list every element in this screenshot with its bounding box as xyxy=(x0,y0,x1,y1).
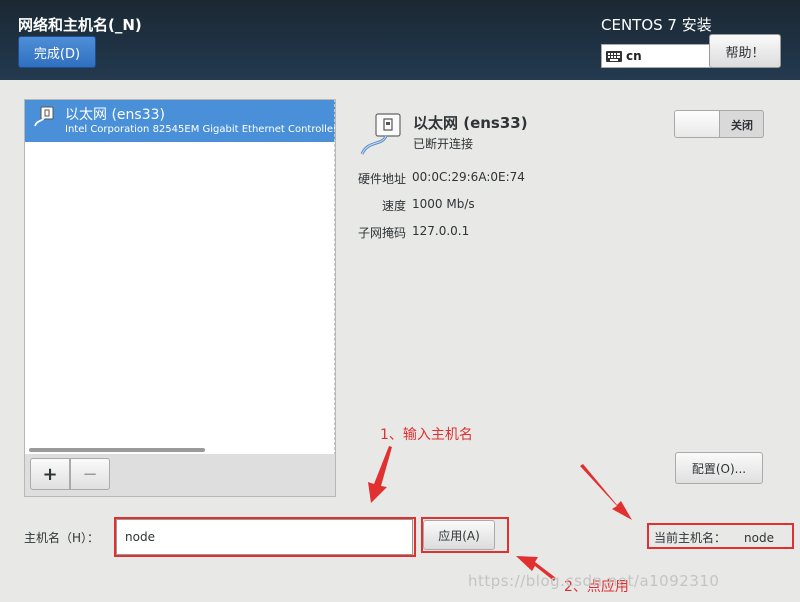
device-description: Intel Corporation 82545EM Gigabit Ethern… xyxy=(65,124,336,135)
hostname-label: 主机名（H）： xyxy=(24,531,100,545)
list-item[interactable]: 以太网 (ens33) Intel Corporation 82545EM Gi… xyxy=(25,100,335,142)
network-device-list: 以太网 (ens33) Intel Corporation 82545EM Gi… xyxy=(24,99,336,455)
ethernet-port-icon xyxy=(360,113,401,155)
watermark: https://blog.csdn.net/a1092310 xyxy=(468,572,720,590)
help-button[interactable]: 帮助！ xyxy=(709,34,781,68)
subnet-mask-value: 127.0.0.1 xyxy=(412,224,470,238)
subnet-mask-label: 子网掩码 xyxy=(357,226,406,240)
annotation-box-apply xyxy=(421,517,509,553)
remove-device-button[interactable]: − xyxy=(70,458,110,490)
hardware-address-value: 00:0C:29:6A:0E:74 xyxy=(412,170,525,184)
annotation-step1: 1、输入主机名 xyxy=(380,427,473,443)
keyboard-layout-indicator[interactable]: cn xyxy=(601,44,711,68)
annotation-box-current-hostname xyxy=(647,523,794,549)
device-title: 以太网 (ens33) xyxy=(413,114,528,132)
keyboard-layout-code: cn xyxy=(626,49,642,63)
toggle-knob xyxy=(675,111,720,137)
keyboard-icon xyxy=(606,50,622,62)
product-title: CENTOS 7 安装 xyxy=(601,16,712,34)
done-button[interactable]: 完成(D) xyxy=(18,36,96,68)
hardware-address-label: 硬件地址 xyxy=(357,172,406,186)
speed-label: 速度 xyxy=(381,199,406,213)
horizontal-scrollbar[interactable] xyxy=(29,448,205,452)
arrow-to-current-hostname xyxy=(580,464,632,520)
toggle-label: 关闭 xyxy=(731,119,753,132)
arrow-to-hostname-input xyxy=(368,446,392,503)
annotation-box-hostname xyxy=(114,517,416,557)
top-bar: 网络和主机名(_N) 完成(D) CENTOS 7 安装 cn 帮助！ xyxy=(0,0,800,80)
list-divider xyxy=(334,99,336,455)
add-device-button[interactable]: + xyxy=(30,458,70,490)
device-name: 以太网 (ens33) xyxy=(65,107,165,123)
speed-value: 1000 Mb/s xyxy=(412,197,475,211)
ethernet-icon xyxy=(34,106,54,127)
list-toolbar: + − xyxy=(24,454,336,497)
connection-status: 已断开连接 xyxy=(413,137,474,151)
connection-toggle[interactable]: 关闭 xyxy=(674,110,764,138)
page-title: 网络和主机名(_N) xyxy=(18,16,142,34)
configure-button[interactable]: 配置(O)... xyxy=(675,452,763,484)
